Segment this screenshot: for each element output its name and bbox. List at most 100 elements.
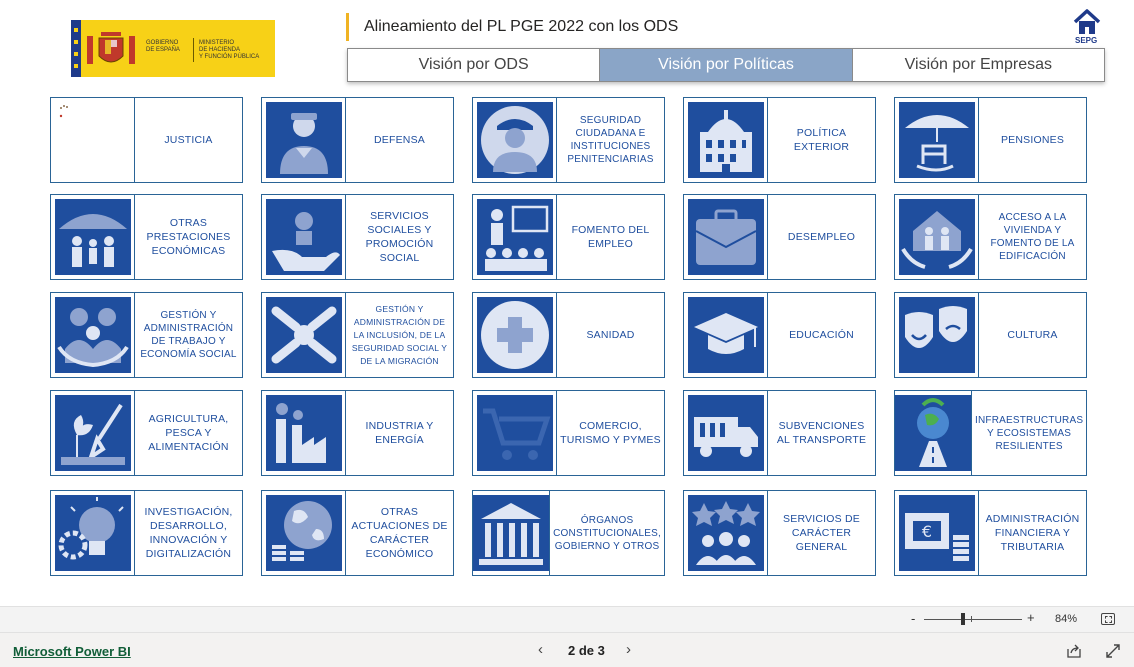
house-hands-icon [898,199,975,275]
stars-people-icon [687,495,764,571]
policy-card-label: SERVICIOS DE CARÁCTER GENERAL [783,513,860,553]
zoom-slider-track[interactable] [924,619,1022,620]
theater-masks-icon [898,297,975,373]
policy-card[interactable]: SANIDAD [472,292,665,378]
home-label: SEPG [1075,36,1098,45]
institution-icon [473,495,550,571]
policy-card-label: INDUSTRIA Y ENERGÍA [365,420,434,446]
policy-card[interactable]: INVESTIGACIÓN, DESARROLLO, INNOVACIÓN Y … [50,490,243,576]
policy-card-label: INVESTIGACIÓN, DESARROLLO, INNOVACIÓN Y … [144,506,233,560]
policy-card[interactable]: ÓRGANOS CONSTITUCIONALES, GOBIERNO Y OTR… [472,490,665,576]
policy-card[interactable]: GESTIÓN Y ADMINISTRACIÓN DE TRABAJO Y EC… [50,292,243,378]
fullscreen-icon[interactable] [1105,643,1121,659]
government-logo: GOBIERNO DE ESPAÑA MINISTERIO DE HACIEND… [71,20,275,77]
policy-card[interactable]: SEGURIDAD CIUDADANA E INSTITUCIONES PENI… [472,97,665,183]
policy-card-label: SERVICIOS SOCIALES Y PROMOCIÓN SOCIAL [365,210,434,264]
zoom-default-tick [971,616,972,622]
page-title: Alineamiento del PL PGE 2022 con los ODS [364,18,679,35]
policy-card[interactable]: SERVICIOS SOCIALES Y PROMOCIÓN SOCIAL [261,194,454,280]
policy-card[interactable]: DESEMPLEO [683,194,876,280]
policy-card[interactable]: AGRICULTURA, PESCA Y ALIMENTACIÓN [50,390,243,476]
policy-card-image [684,98,768,182]
powerbi-footer: Microsoft Power BI ‹ 2 de 3 › [0,632,1134,667]
previous-page-button[interactable]: ‹ [538,641,543,658]
joined-hands-icon [265,297,342,373]
policy-card-image [262,293,346,377]
policy-card[interactable]: INFRAESTRUCTURAS Y ECOSISTEMAS RESILIENT… [894,390,1087,476]
hand-person-icon [265,199,342,275]
svg-text:€: € [921,522,931,541]
policy-card[interactable]: OTRAS PRESTACIONES ECONÓMICAS [50,194,243,280]
policy-card-image [684,195,768,279]
tab-vision-politicas[interactable]: Visión por Políticas [600,49,853,81]
policy-card[interactable]: INDUSTRIA Y ENERGÍA [261,390,454,476]
policy-card-label: ADMINISTRACIÓN FINANCIERA Y TRIBUTARIA [985,513,1080,553]
policy-card-image [684,293,768,377]
policy-card-image [473,195,557,279]
government-building-icon [687,102,764,178]
policy-card-image [473,491,551,575]
policy-card-image [684,491,768,575]
share-icon[interactable] [1066,643,1082,659]
policy-card-label: GESTIÓN Y ADMINISTRACIÓN DE LA INCLUSIÓN… [351,303,448,366]
family-hands-icon [54,297,131,373]
policy-card-image [473,98,557,182]
policy-card-image [473,391,557,475]
policy-card[interactable]: DEFENSA [261,97,454,183]
zoom-slider-thumb[interactable] [961,613,965,625]
policy-card[interactable]: PENSIONES [894,97,1087,183]
policy-card-label: GESTIÓN Y ADMINISTRACIÓN DE TRABAJO Y EC… [140,310,237,360]
umbrella-family-icon [54,199,131,275]
lightbulb-gear-icon [54,495,131,571]
factory-icon [265,395,342,471]
policy-card-label: POLÍTICA EXTERIOR [793,127,850,153]
briefcase-icon [687,199,764,275]
policy-card[interactable]: CULTURA [894,292,1087,378]
policy-card-label: SUBVENCIONES AL TRANSPORTE [776,420,867,446]
policy-card[interactable]: € ADMINISTRACIÓN FINANCIERA Y TRIBUTARIA [894,490,1087,576]
title-accent-bar [346,13,349,41]
policy-card[interactable]: SERVICIOS DE CARÁCTER GENERAL [683,490,876,576]
policy-card[interactable]: COMERCIO, TURISMO Y PYMES [472,390,665,476]
policy-card-image [684,391,768,475]
zoom-bar: - + 84% [0,606,1134,632]
fit-to-page-icon[interactable] [1101,613,1115,625]
policy-card-label: DEFENSA [374,134,425,146]
policy-card-image [262,195,346,279]
zoom-in-button[interactable]: + [1027,610,1035,625]
tab-vision-ods[interactable]: Visión por ODS [348,49,601,81]
policy-card-label: FOMENTO DEL EMPLEO [571,224,650,250]
logo-separator [193,38,194,62]
policy-card-label: ACCESO A LA VIVIENDA Y FOMENTO DE LA EDI… [990,212,1075,262]
next-page-button[interactable]: › [626,641,631,658]
policy-card[interactable]: POLÍTICA EXTERIOR [683,97,876,183]
policy-card[interactable]: OTRAS ACTUACIONES DE CARÁCTER ECONÓMICO [261,490,454,576]
tab-vision-empresas[interactable]: Visión por Empresas [853,49,1104,81]
globe-road-icon [895,395,971,471]
zoom-level: 84% [1055,613,1078,625]
policy-card-label: ÓRGANOS CONSTITUCIONALES, GOBIERNO Y OTR… [553,514,661,552]
policy-card[interactable]: FOMENTO DEL EMPLEO [472,194,665,280]
page-indicator: 2 de 3 [568,643,605,658]
report-page: GOBIERNO DE ESPAÑA MINISTERIO DE HACIEND… [0,0,1134,667]
policy-card[interactable]: ACCESO A LA VIVIENDA Y FOMENTO DE LA EDI… [894,194,1087,280]
graduation-cap-icon [687,297,764,373]
medical-cross-icon [476,297,553,373]
policy-card-label: DESEMPLEO [787,231,856,243]
eu-flag-bar [71,20,81,77]
policy-card-label: JUSTICIA [164,134,213,146]
powerbi-link[interactable]: Microsoft Power BI [13,644,131,659]
policy-card[interactable]: GESTIÓN Y ADMINISTRACIÓN DE LA INCLUSIÓN… [261,292,454,378]
policy-card-label: OTRAS PRESTACIONES ECONÓMICAS [146,217,231,257]
policy-card[interactable]: JUSTICIA [50,97,243,183]
policy-card-image [895,293,979,377]
policy-card-label: EDUCACIÓN [789,329,854,341]
policy-card-image [262,391,346,475]
zoom-out-button[interactable]: - [911,611,915,626]
policy-card[interactable]: SUBVENCIONES AL TRANSPORTE [683,390,876,476]
plant-shovel-icon [54,395,131,471]
police-officer-icon [476,102,553,178]
coat-of-arms-icon [87,32,135,64]
policy-card[interactable]: EDUCACIÓN [683,292,876,378]
policy-card-image [51,491,135,575]
